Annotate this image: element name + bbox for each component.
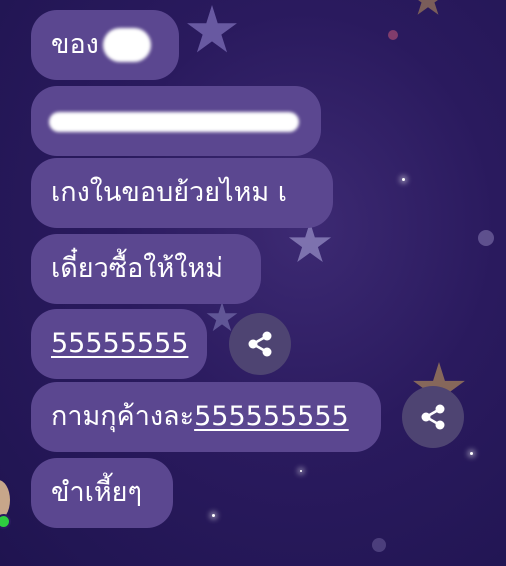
chat-message-bubble[interactable]: เดี๋ยวซื้อให้ใหม่ xyxy=(31,234,261,304)
message-text: ของ xyxy=(51,29,99,60)
star-decoration xyxy=(288,222,332,263)
star-decoration xyxy=(187,5,237,53)
message-link-text[interactable]: 55555555 xyxy=(51,328,188,359)
sparkle-decoration xyxy=(402,178,405,181)
online-status-dot xyxy=(0,514,11,529)
message-link-text[interactable]: 555555555 xyxy=(194,401,349,432)
share-icon xyxy=(248,331,272,357)
sparkle-decoration xyxy=(470,452,473,455)
share-icon xyxy=(421,404,445,430)
glow-orb-decoration xyxy=(388,30,398,40)
sparkle-decoration xyxy=(212,514,215,517)
message-text: เกงในขอบย้วยไหม เ xyxy=(51,177,287,208)
redaction-scribble xyxy=(49,112,299,132)
sparkle-decoration xyxy=(300,470,302,472)
chat-message-bubble[interactable] xyxy=(31,86,321,156)
glow-orb-decoration xyxy=(478,230,494,246)
share-button[interactable] xyxy=(402,386,464,448)
glow-orb-decoration xyxy=(372,538,386,552)
star-decoration xyxy=(410,0,446,15)
chat-message-bubble[interactable]: 55555555 xyxy=(31,309,207,379)
chat-message-bubble[interactable]: กามกุค้างละ555555555 xyxy=(31,382,381,452)
share-button[interactable] xyxy=(229,313,291,375)
chat-message-bubble[interactable]: ขำเหี้ยๆ xyxy=(31,458,173,528)
redaction-scribble xyxy=(103,28,151,62)
chat-message-bubble[interactable]: ของ xyxy=(31,10,179,80)
message-text: ขำเหี้ยๆ xyxy=(51,477,142,508)
chat-message-bubble[interactable]: เกงในขอบย้วยไหม เ xyxy=(31,158,333,228)
message-text: กามกุค้างละ xyxy=(51,401,195,432)
message-text: เดี๋ยวซื้อให้ใหม่ xyxy=(51,253,224,284)
